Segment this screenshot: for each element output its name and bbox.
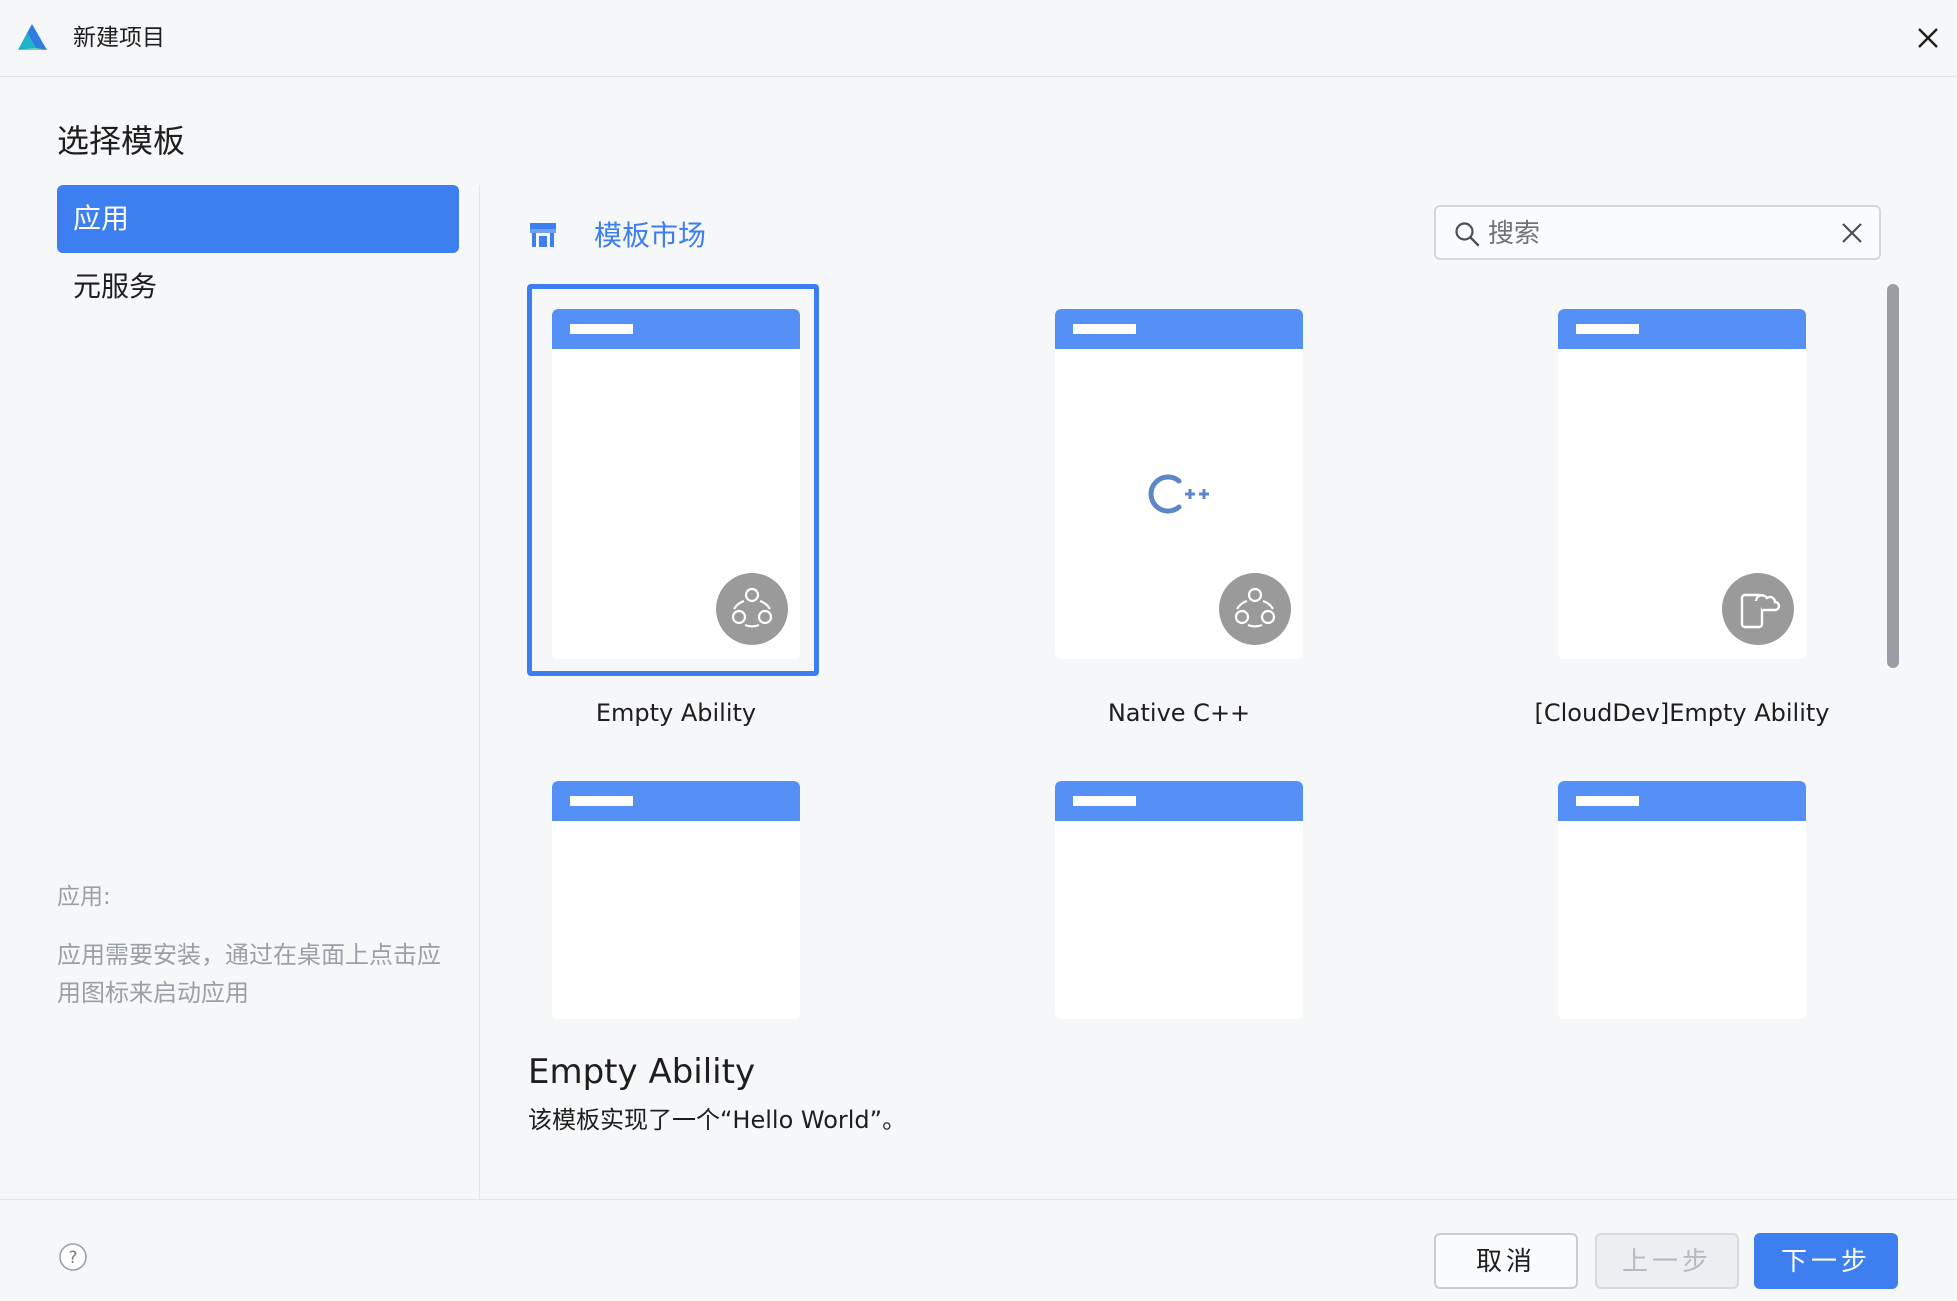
template-detail-title: Empty Ability	[528, 1052, 756, 1092]
search-box	[1434, 205, 1881, 260]
nav-item-application[interactable]: 应用	[57, 185, 459, 253]
previous-button[interactable]: 上一步	[1595, 1233, 1739, 1289]
nav-item-atomic-service[interactable]: 元服务	[57, 253, 459, 321]
template-market-link[interactable]: 模板市场	[528, 212, 706, 256]
category-description-title: 应用:	[57, 884, 111, 910]
footer-divider	[0, 1199, 1957, 1200]
window-title: 新建项目	[73, 25, 165, 51]
template-preview	[1558, 781, 1806, 1019]
template-market-label: 模板市场	[594, 219, 707, 252]
cloud-phone-badge-icon	[1722, 573, 1794, 645]
template-preview	[1055, 781, 1303, 1019]
svg-text:?: ?	[68, 1248, 77, 1268]
preview-header-bar	[1055, 309, 1303, 349]
title-bar: 新建项目	[0, 0, 1957, 77]
template-detail-description: 该模板实现了一个“Hello World”。	[528, 1106, 907, 1134]
deveco-logo-icon	[18, 24, 47, 50]
template-preview	[1055, 309, 1303, 659]
category-description: 应用需要安装，通过在桌面上点击应用图标来启动应用	[57, 941, 441, 1007]
vertical-divider	[479, 185, 480, 1200]
cancel-button[interactable]: 取消	[1434, 1233, 1578, 1289]
template-preview	[1558, 309, 1806, 659]
template-preview	[552, 309, 800, 659]
preview-header-bar	[552, 781, 800, 821]
ability-badge-icon	[716, 573, 788, 645]
section-title: 选择模板	[57, 122, 186, 160]
template-list-scrollbar[interactable]	[1887, 284, 1899, 668]
preview-header-bar	[552, 309, 800, 349]
search-icon	[1455, 222, 1480, 247]
preview-header-bar	[1558, 309, 1806, 349]
preview-header-bar	[1055, 781, 1303, 821]
cpp-icon	[1148, 474, 1209, 514]
search-input[interactable]	[1486, 211, 1810, 256]
preview-header-bar	[1558, 781, 1806, 821]
next-button[interactable]: 下一步	[1754, 1233, 1898, 1289]
clear-icon[interactable]	[1838, 219, 1866, 247]
template-card-label: Empty Ability	[595, 699, 757, 727]
help-icon[interactable]: ?	[58, 1242, 88, 1272]
template-card-label: [CloudDev]Empty Ability	[1534, 699, 1830, 727]
nav-item-label: 应用	[73, 202, 130, 235]
template-preview	[552, 781, 800, 1019]
nav-item-label: 元服务	[73, 270, 158, 303]
store-icon	[530, 223, 556, 247]
ability-badge-icon	[1219, 573, 1291, 645]
close-icon[interactable]	[1910, 20, 1946, 56]
template-card-label: Native C++	[1107, 699, 1251, 727]
